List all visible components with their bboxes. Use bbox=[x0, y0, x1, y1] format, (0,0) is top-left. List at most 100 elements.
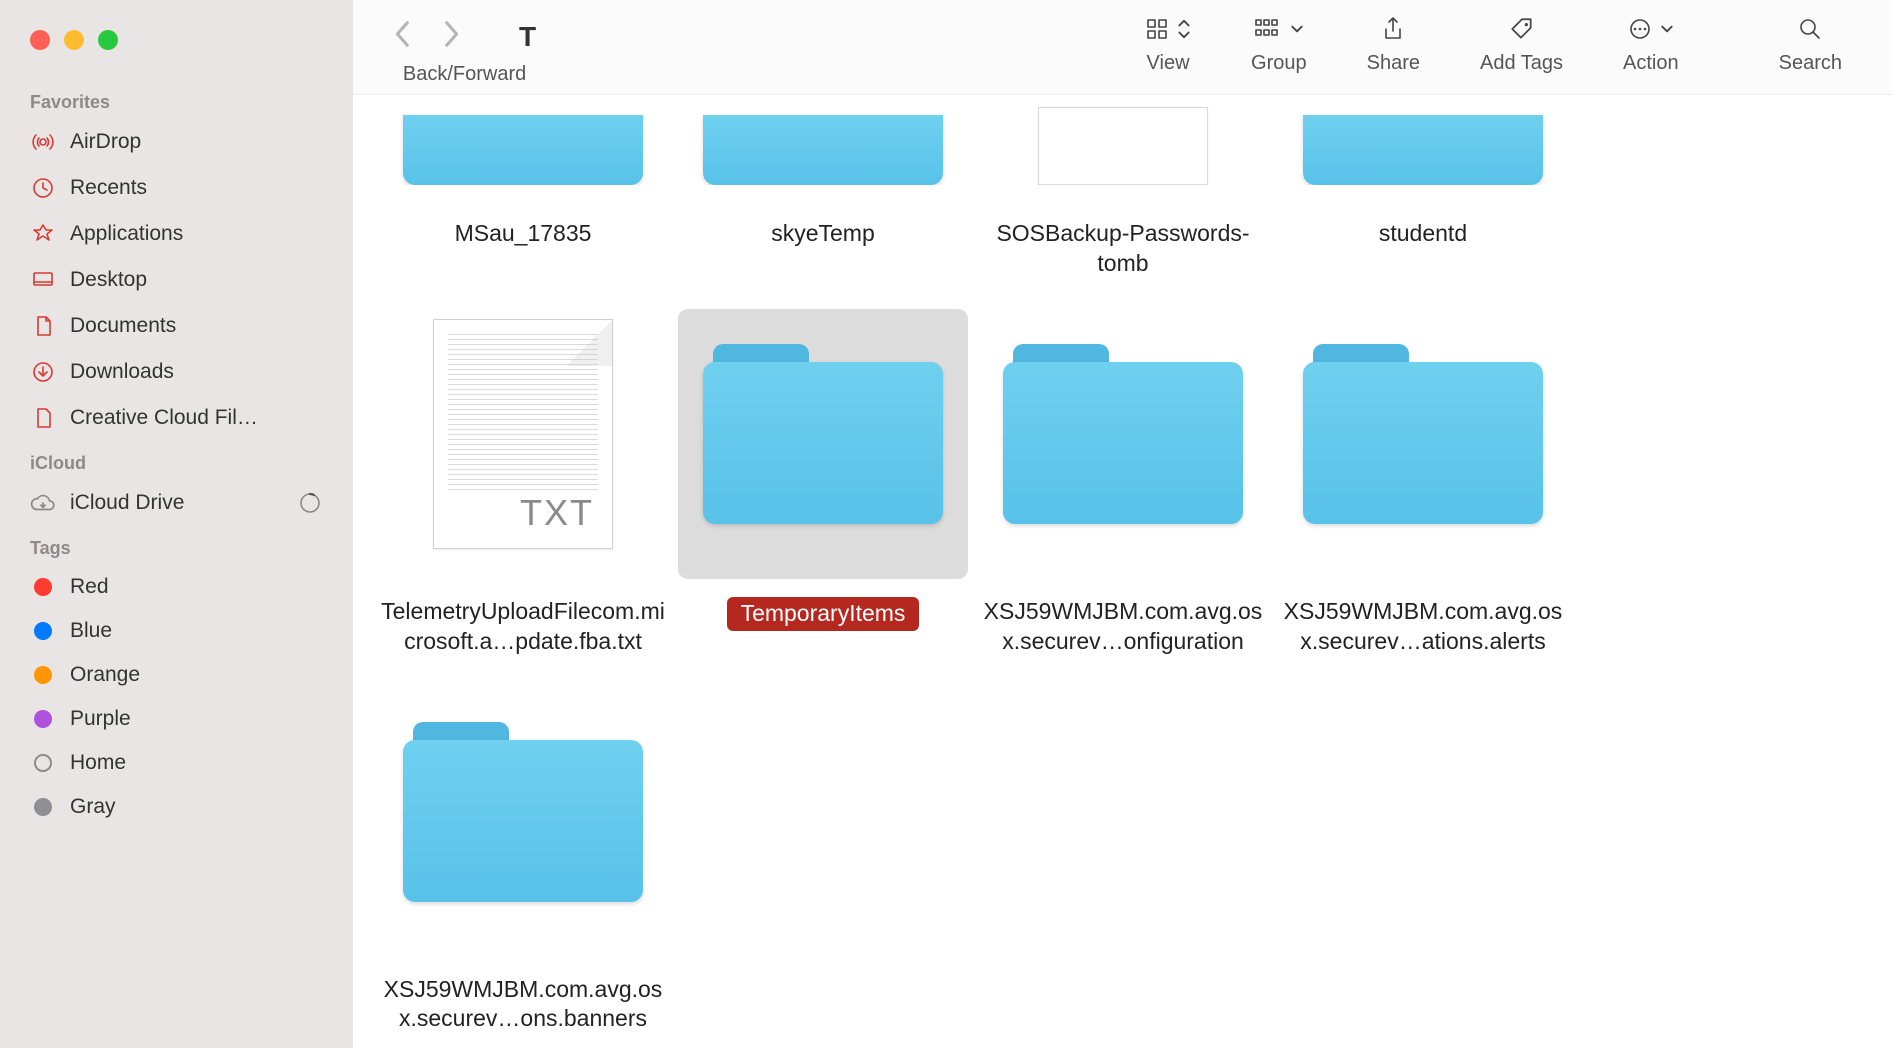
sidebar-item-downloads[interactable]: Downloads bbox=[0, 349, 353, 395]
folder-icon bbox=[1303, 344, 1543, 524]
icloud-progress-icon bbox=[297, 490, 323, 516]
action-label: Action bbox=[1623, 52, 1679, 75]
file-extension-badge: TXT bbox=[520, 492, 594, 534]
main-area: T Back/Forward View bbox=[353, 0, 1892, 1048]
airdrop-icon bbox=[30, 129, 56, 155]
window-controls bbox=[0, 30, 353, 80]
tag-red[interactable]: Red bbox=[0, 565, 353, 609]
sidebar-item-airdrop[interactable]: AirDrop bbox=[0, 119, 353, 165]
file-item[interactable]: XSJ59WMJBM.com.avg.osx.securev…onfigurat… bbox=[973, 299, 1273, 667]
tag-label: Home bbox=[70, 751, 126, 775]
text-file-icon: TXT bbox=[433, 319, 613, 549]
file-item[interactable]: SOSBackup-Passwords-tomb bbox=[973, 95, 1273, 289]
forward-button[interactable] bbox=[441, 20, 461, 53]
action-button[interactable]: Action bbox=[1623, 16, 1679, 75]
share-label: Share bbox=[1367, 52, 1420, 75]
sidebar-item-label: Downloads bbox=[70, 360, 174, 384]
file-name: TelemetryUploadFilecom.microsoft.a…pdate… bbox=[381, 597, 665, 657]
tag-dot-icon bbox=[34, 754, 52, 772]
folder-icon bbox=[403, 115, 643, 185]
file-name: MSau_17835 bbox=[455, 219, 592, 249]
file-name: skyeTemp bbox=[771, 219, 875, 249]
tag-label: Gray bbox=[70, 795, 116, 819]
file-item[interactable]: studentd bbox=[1273, 95, 1573, 289]
file-name: XSJ59WMJBM.com.avg.osx.securev…onfigurat… bbox=[981, 597, 1265, 657]
sidebar-item-label: Applications bbox=[70, 222, 183, 246]
sidebar-item-label: Recents bbox=[70, 176, 147, 200]
sidebar-item-icloud-drive[interactable]: iCloud Drive bbox=[0, 480, 353, 526]
minimize-window-button[interactable] bbox=[64, 30, 84, 50]
tag-home[interactable]: Home bbox=[0, 741, 353, 785]
sidebar-item-label: iCloud Drive bbox=[70, 491, 184, 515]
search-label: Search bbox=[1779, 52, 1842, 75]
tag-label: Purple bbox=[70, 707, 131, 731]
tag-purple[interactable]: Purple bbox=[0, 697, 353, 741]
desktop-icon bbox=[30, 267, 56, 293]
file-item[interactable]: TXT TelemetryUploadFilecom.microsoft.a…p… bbox=[373, 299, 673, 667]
back-button[interactable] bbox=[393, 20, 413, 53]
chevron-down-icon bbox=[1290, 22, 1304, 41]
back-forward-label: Back/Forward bbox=[403, 63, 526, 86]
documents-icon bbox=[30, 313, 56, 339]
sidebar-item-desktop[interactable]: Desktop bbox=[0, 257, 353, 303]
file-name: XSJ59WMJBM.com.avg.osx.securev…ons.banne… bbox=[381, 975, 665, 1035]
folder-icon bbox=[703, 344, 943, 524]
document-icon bbox=[1038, 107, 1208, 185]
toolbar-left: T Back/Forward bbox=[393, 16, 536, 86]
tag-label: Red bbox=[70, 575, 109, 599]
folder-icon bbox=[1303, 115, 1543, 185]
grid-view-icon bbox=[1145, 17, 1169, 46]
file-name: XSJ59WMJBM.com.avg.osx.securev…ations.al… bbox=[1281, 597, 1565, 657]
action-icon bbox=[1628, 17, 1652, 46]
sidebar: Favorites AirDrop Recents Applications D… bbox=[0, 0, 353, 1048]
file-item[interactable]: MSau_17835 bbox=[373, 95, 673, 289]
icloud-drive-icon bbox=[30, 490, 56, 516]
search-button[interactable]: Search bbox=[1779, 16, 1842, 75]
finder-window: Favorites AirDrop Recents Applications D… bbox=[0, 0, 1892, 1048]
sidebar-item-label: Desktop bbox=[70, 268, 147, 292]
tag-label: Blue bbox=[70, 619, 112, 643]
tag-dot-icon bbox=[34, 622, 52, 640]
downloads-icon bbox=[30, 359, 56, 385]
chevron-down-icon bbox=[1660, 22, 1674, 41]
tag-dot-icon bbox=[34, 666, 52, 684]
group-button[interactable]: Group bbox=[1251, 16, 1307, 75]
file-name: studentd bbox=[1379, 219, 1467, 249]
file-item-selected[interactable]: TemporaryItems bbox=[673, 299, 973, 667]
file-item[interactable]: XSJ59WMJBM.com.avg.osx.securev…ations.al… bbox=[1273, 299, 1573, 667]
file-name: SOSBackup-Passwords-tomb bbox=[981, 219, 1265, 279]
folder-icon bbox=[1003, 344, 1243, 524]
add-tags-label: Add Tags bbox=[1480, 52, 1563, 75]
zoom-window-button[interactable] bbox=[98, 30, 118, 50]
stepper-icon bbox=[1177, 17, 1191, 46]
file-grid: MSau_17835 skyeTemp SOSBackup-Passwords-… bbox=[353, 95, 1892, 1048]
group-label: Group bbox=[1251, 52, 1307, 75]
share-button[interactable]: Share bbox=[1367, 16, 1420, 75]
view-label: View bbox=[1147, 52, 1190, 75]
tag-dot-icon bbox=[34, 798, 52, 816]
icloud-header: iCloud bbox=[0, 441, 353, 480]
view-button[interactable]: View bbox=[1145, 16, 1191, 75]
search-icon bbox=[1798, 17, 1822, 46]
file-item[interactable]: XSJ59WMJBM.com.avg.osx.securev…ons.banne… bbox=[373, 677, 673, 1045]
close-window-button[interactable] bbox=[30, 30, 50, 50]
tag-blue[interactable]: Blue bbox=[0, 609, 353, 653]
sidebar-item-label: Creative Cloud Fil… bbox=[70, 406, 258, 430]
tag-icon bbox=[1509, 16, 1535, 47]
add-tags-button[interactable]: Add Tags bbox=[1480, 16, 1563, 75]
recents-icon bbox=[30, 175, 56, 201]
sidebar-item-label: AirDrop bbox=[70, 130, 141, 154]
sidebar-item-applications[interactable]: Applications bbox=[0, 211, 353, 257]
folder-icon bbox=[703, 115, 943, 185]
window-title: T bbox=[519, 21, 536, 53]
group-icon bbox=[1254, 17, 1282, 46]
tag-orange[interactable]: Orange bbox=[0, 653, 353, 697]
favorites-header: Favorites bbox=[0, 80, 353, 119]
sidebar-item-documents[interactable]: Documents bbox=[0, 303, 353, 349]
folder-icon bbox=[403, 722, 643, 902]
sidebar-item-recents[interactable]: Recents bbox=[0, 165, 353, 211]
file-item[interactable]: skyeTemp bbox=[673, 95, 973, 289]
tag-gray[interactable]: Gray bbox=[0, 785, 353, 829]
tags-header: Tags bbox=[0, 526, 353, 565]
sidebar-item-creative-cloud[interactable]: Creative Cloud Fil… bbox=[0, 395, 353, 441]
